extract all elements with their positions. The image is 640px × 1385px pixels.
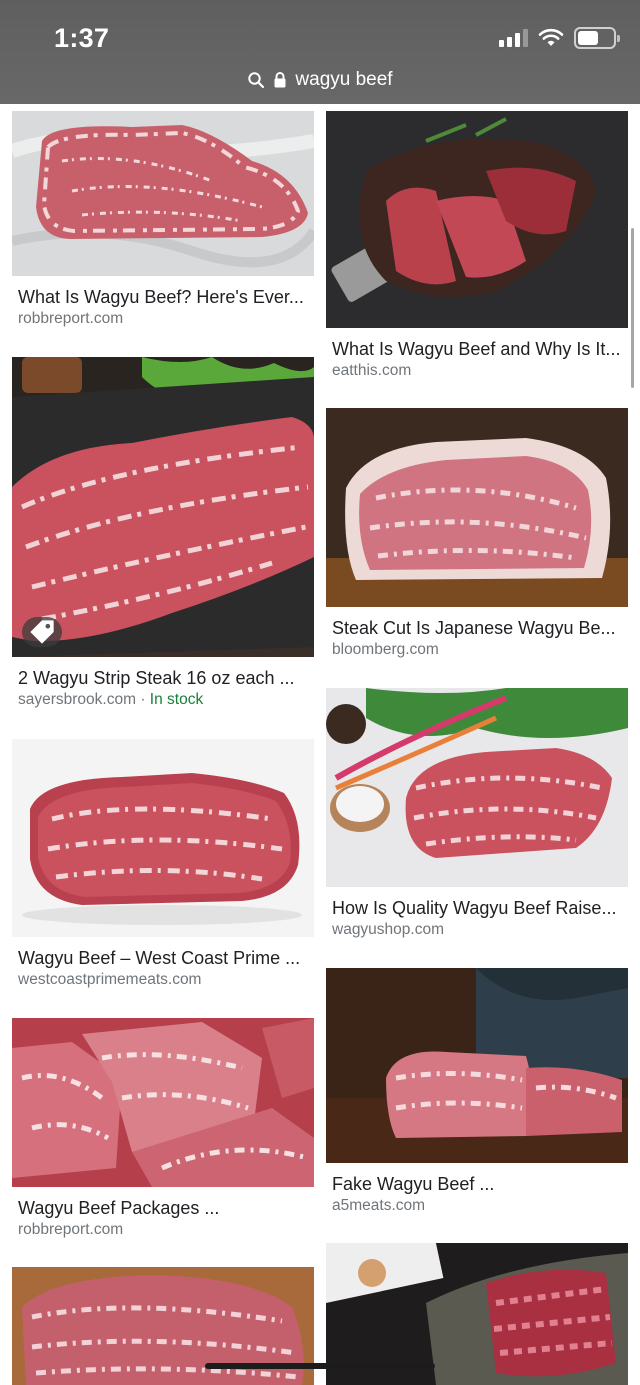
- result-title[interactable]: Wagyu Beef Packages ...: [12, 1197, 314, 1219]
- status-icons: [499, 26, 620, 50]
- image-result[interactable]: Wagyu Beef – West Coast Prime ... westco…: [12, 739, 314, 991]
- result-image[interactable]: [12, 739, 314, 937]
- wifi-icon: [538, 28, 564, 46]
- lock-icon: [274, 72, 286, 88]
- result-image[interactable]: [12, 357, 314, 657]
- result-image[interactable]: [12, 1018, 314, 1187]
- result-title[interactable]: Fake Wagyu Beef ...: [326, 1173, 628, 1195]
- image-result[interactable]: What Is Wagyu Beef? Here's Ever... robbr…: [12, 111, 314, 330]
- cellular-signal-icon: [499, 29, 528, 47]
- image-result[interactable]: Fake Wagyu Beef ... a5meats.com: [326, 968, 628, 1217]
- result-source: wagyushop.com: [332, 921, 445, 938]
- result-title[interactable]: 2 Wagyu Strip Steak 16 oz each ...: [12, 667, 314, 689]
- search-icon: [248, 72, 265, 89]
- result-image[interactable]: [326, 688, 628, 887]
- result-title[interactable]: How Is Quality Wagyu Beef Raise...: [326, 897, 628, 919]
- image-result[interactable]: How Is Quality Wagyu Beef Raise... wagyu…: [326, 688, 628, 941]
- result-source: eatthis.com: [332, 362, 412, 379]
- battery-icon: [574, 27, 620, 49]
- scrollbar[interactable]: [631, 228, 634, 388]
- result-image[interactable]: [326, 408, 628, 607]
- url-bar[interactable]: wagyu beef: [0, 66, 640, 94]
- home-indicator[interactable]: [205, 1363, 435, 1369]
- url-query: wagyu beef: [295, 69, 393, 90]
- result-source: bloomberg.com: [332, 641, 439, 658]
- result-image[interactable]: [326, 968, 628, 1163]
- result-source: sayersbrook.com · In stock: [18, 691, 204, 708]
- image-result[interactable]: Wagyu Beef Packages ... robbreport.com: [12, 1018, 314, 1241]
- image-result[interactable]: 2 Wagyu Strip Steak 16 oz each ... sayer…: [12, 357, 314, 711]
- result-image[interactable]: [326, 111, 628, 328]
- result-title[interactable]: Wagyu Beef – West Coast Prime ...: [12, 947, 314, 969]
- result-source: robbreport.com: [18, 310, 124, 327]
- image-result[interactable]: Steak Cut Is Japanese Wagyu Be... bloomb…: [326, 408, 628, 661]
- result-source: a5meats.com: [332, 1197, 426, 1214]
- browser-top-bar: 1:37 wagyu beef: [0, 0, 640, 104]
- result-source: westcoastprimemeats.com: [18, 971, 202, 988]
- in-stock-badge: In stock: [149, 691, 204, 708]
- status-time: 1:37: [54, 23, 110, 53]
- shopping-tag-icon: [22, 617, 62, 647]
- result-title[interactable]: What Is Wagyu Beef? Here's Ever...: [12, 286, 314, 308]
- result-title[interactable]: What Is Wagyu Beef and Why Is It...: [326, 338, 628, 360]
- result-title[interactable]: Steak Cut Is Japanese Wagyu Be...: [326, 617, 628, 639]
- result-source: robbreport.com: [18, 1221, 124, 1238]
- result-image[interactable]: [12, 111, 314, 276]
- image-result[interactable]: What Is Wagyu Beef and Why Is It... eatt…: [326, 111, 628, 382]
